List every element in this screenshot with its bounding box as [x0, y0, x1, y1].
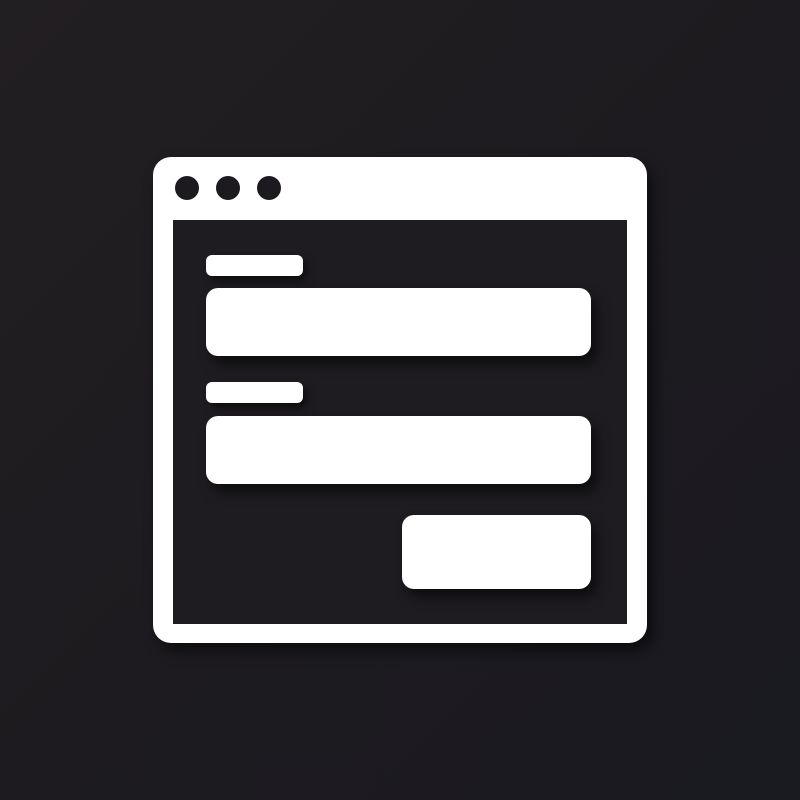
window-control-dot-2[interactable]: [216, 176, 240, 200]
form-panel: [173, 220, 627, 624]
field-label-2: [206, 382, 303, 403]
submit-button[interactable]: [402, 515, 591, 589]
text-field-2[interactable]: [206, 416, 591, 484]
app-window: [153, 157, 647, 643]
text-field-1[interactable]: [206, 288, 591, 356]
field-label-1: [206, 255, 303, 276]
window-control-dot-3[interactable]: [257, 176, 281, 200]
window-control-dot-1[interactable]: [175, 176, 199, 200]
